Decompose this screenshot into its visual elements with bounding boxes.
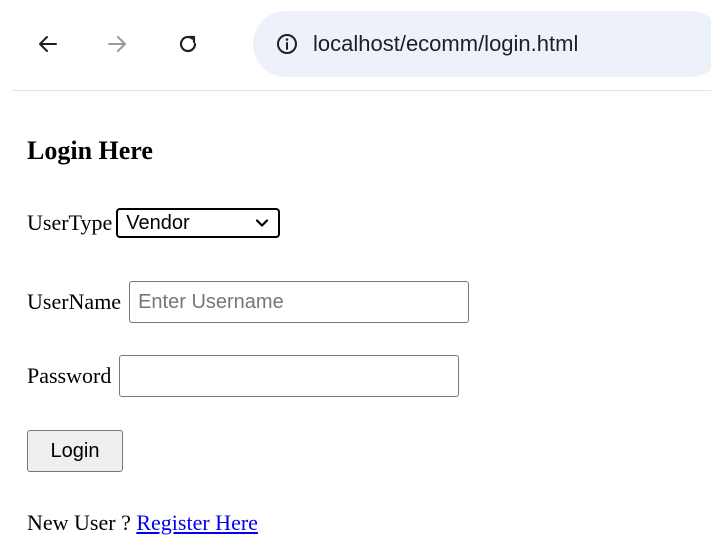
- new-user-line: New User ? Register Here: [27, 509, 258, 537]
- reload-icon: [179, 35, 197, 53]
- url-text[interactable]: localhost/ecomm/login.html: [313, 30, 578, 58]
- password-input[interactable]: [119, 355, 460, 397]
- usertype-selected-value: Vendor: [126, 211, 190, 234]
- password-label: Password: [27, 363, 112, 388]
- username-input[interactable]: [129, 281, 470, 323]
- usertype-row: UserType Vendor: [27, 208, 281, 238]
- reload-button[interactable]: [168, 24, 208, 64]
- username-label: UserName: [27, 289, 122, 314]
- usertype-label: UserType: [27, 210, 113, 235]
- back-arrow-icon: [39, 36, 57, 52]
- forward-arrow-icon: [108, 36, 126, 52]
- site-info-button[interactable]: [271, 28, 303, 60]
- usertype-select[interactable]: Vendor: [116, 208, 281, 238]
- info-icon: [277, 34, 297, 54]
- username-row: UserName: [27, 281, 470, 323]
- page-content: Login Here UserType Vendor UserName Pass…: [0, 91, 711, 537]
- password-row: Password: [27, 355, 460, 397]
- register-link[interactable]: Register Here: [136, 510, 258, 535]
- forward-button[interactable]: [97, 24, 137, 64]
- chevron-down-icon: [256, 219, 269, 227]
- back-button[interactable]: [28, 24, 68, 64]
- new-user-text: New User ?: [27, 510, 137, 535]
- page-title: Login Here: [27, 136, 153, 165]
- browser-toolbar: localhost/ecomm/login.html: [0, 0, 711, 91]
- login-button[interactable]: Login: [27, 430, 123, 472]
- address-bar[interactable]: localhost/ecomm/login.html: [253, 11, 711, 77]
